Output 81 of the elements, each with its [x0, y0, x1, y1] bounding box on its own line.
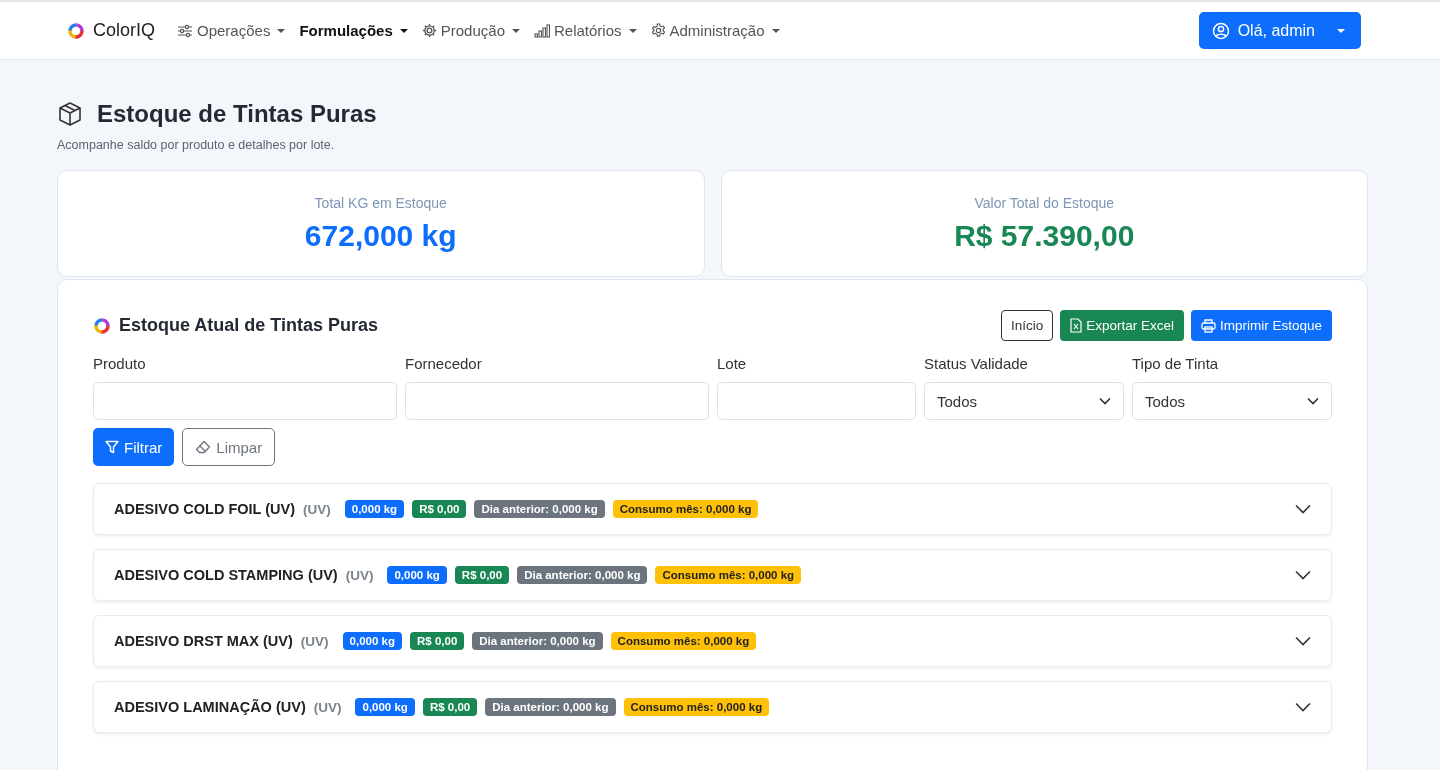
chevron-icon: [1295, 504, 1311, 514]
nav-menu-item[interactable]: Relatórios: [534, 22, 637, 39]
badge: 0,000 kg: [355, 698, 415, 716]
product-type: (UV): [313, 699, 342, 715]
badge: R$ 0,00: [422, 698, 478, 716]
printer-icon: [1200, 318, 1216, 333]
caret-icon: [399, 28, 408, 33]
badge: 0,000 kg: [342, 632, 402, 650]
caret-icon: [628, 28, 637, 33]
page-title: Estoque de Tintas Puras: [97, 100, 377, 128]
chevron-icon: [1295, 636, 1311, 646]
product-name: ADESIVO DRST MAX (UV): [114, 633, 293, 649]
box-icon: [57, 101, 83, 127]
bar-chart-icon: [534, 23, 550, 38]
product-name: ADESIVO LAMINAÇÃO (UV): [114, 699, 306, 715]
badge: R$ 0,00: [410, 632, 465, 650]
caret-icon: [277, 28, 286, 33]
nav-menu-item[interactable]: Operações: [177, 22, 286, 39]
eraser-icon: [195, 440, 212, 454]
user-icon: [1211, 21, 1230, 40]
product-name: ADESIVO COLD STAMPING (UV): [114, 567, 338, 583]
chevron-down-icon: [1099, 397, 1111, 405]
caret-icon: [1337, 28, 1345, 33]
chevron-down-icon: [1307, 397, 1319, 405]
badge: 0,000 kg: [387, 566, 447, 584]
funnel-icon: [105, 440, 119, 454]
field-label: Fornecedor: [405, 355, 483, 372]
product-accordion-item[interactable]: ADESIVO COLD FOIL (UV) (UV) 0,000 kg R$ 0,00 Dia anterior: 0,000 kg Consumo mês: 0,000 kg: [93, 483, 1332, 535]
badge: Dia anterior: 0,000 kg: [517, 566, 648, 584]
logo-icon: [93, 316, 111, 335]
chevron-icon: [1295, 570, 1311, 580]
settings-icon: [650, 23, 666, 38]
badge: R$ 0,00: [454, 566, 510, 584]
badge: R$ 0,00: [412, 500, 467, 518]
field-label: Produto: [93, 355, 147, 372]
product-name: ADESIVO COLD FOIL (UV): [114, 501, 295, 517]
nav-menu-item[interactable]: Formulações: [299, 22, 408, 39]
select-field[interactable]: Todos: [1132, 382, 1332, 420]
chevron-icon: [1295, 702, 1311, 712]
field-label: Tipo de Tinta: [1132, 355, 1220, 372]
badge: Consumo mês: 0,000 kg: [610, 632, 757, 650]
user-menu-button[interactable]: Olá, admin: [1198, 12, 1361, 49]
home-button[interactable]: Início: [1000, 310, 1054, 341]
badge: Consumo mês: 0,000 kg: [623, 698, 770, 716]
badge: Consumo mês: 0,000 kg: [655, 566, 802, 584]
caret-icon: [771, 28, 780, 33]
print-button[interactable]: Imprimir Estoque: [1190, 310, 1332, 341]
badge: 0,000 kg: [344, 500, 405, 518]
field-label: Lote: [717, 355, 748, 372]
product-accordion-item[interactable]: ADESIVO COLD STAMPING (UV) (UV) 0,000 kg R$ 0,00 Dia anterior: 0,000 kg Consumo mês: 0,000 kg: [93, 549, 1332, 601]
clear-button[interactable]: Limpar: [182, 428, 276, 466]
stat-value: R$ 57.390,00: [954, 218, 1135, 253]
export-excel-button[interactable]: Exportar Excel: [1060, 310, 1184, 341]
nav-menu-item[interactable]: Produção: [421, 22, 520, 39]
input-field[interactable]: [405, 382, 709, 420]
stat-label: Valor Total do Estoque: [974, 194, 1115, 211]
caret-icon: [512, 28, 520, 33]
product-accordion-item[interactable]: ADESIVO LAMINAÇÃO (UV) (UV) 0,000 kg R$ 0,00 Dia anterior: 0,000 kg Consumo mês: 0,000 kg: [93, 681, 1332, 733]
logo-icon: [67, 21, 85, 40]
select-field[interactable]: Todos: [924, 382, 1124, 420]
badge: Consumo mês: 0,000 kg: [612, 500, 759, 518]
product-type: (UV): [300, 633, 329, 649]
filter-button[interactable]: Filtrar: [93, 428, 175, 466]
product-type: (UV): [345, 567, 374, 583]
input-field[interactable]: [717, 382, 916, 420]
spreadsheet-file-icon: [1070, 318, 1083, 333]
stat-label: Total KG em Estoque: [314, 194, 447, 211]
badge: Dia anterior: 0,000 kg: [472, 632, 603, 650]
nav-menu-item[interactable]: Administração: [650, 22, 780, 39]
badge: Dia anterior: 0,000 kg: [485, 698, 616, 716]
gear-icon: [421, 23, 437, 38]
product-accordion-item[interactable]: ADESIVO DRST MAX (UV) (UV) 0,000 kg R$ 0,00 Dia anterior: 0,000 kg Consumo mês: 0,000 kg: [93, 615, 1332, 667]
panel-title: Estoque Atual de Tintas Puras: [119, 315, 380, 336]
field-label: Status Validade: [924, 355, 1029, 372]
stat-value: 672,000 kg: [304, 218, 457, 253]
page-subtitle: Acompanhe saldo por produto e detalhes por lote.: [57, 138, 336, 152]
badge: Dia anterior: 0,000 kg: [474, 500, 605, 518]
sliders-icon: [177, 23, 193, 38]
brand-name[interactable]: ColorIQ: [93, 20, 155, 41]
input-field[interactable]: [93, 382, 397, 420]
product-type: (UV): [303, 501, 331, 517]
